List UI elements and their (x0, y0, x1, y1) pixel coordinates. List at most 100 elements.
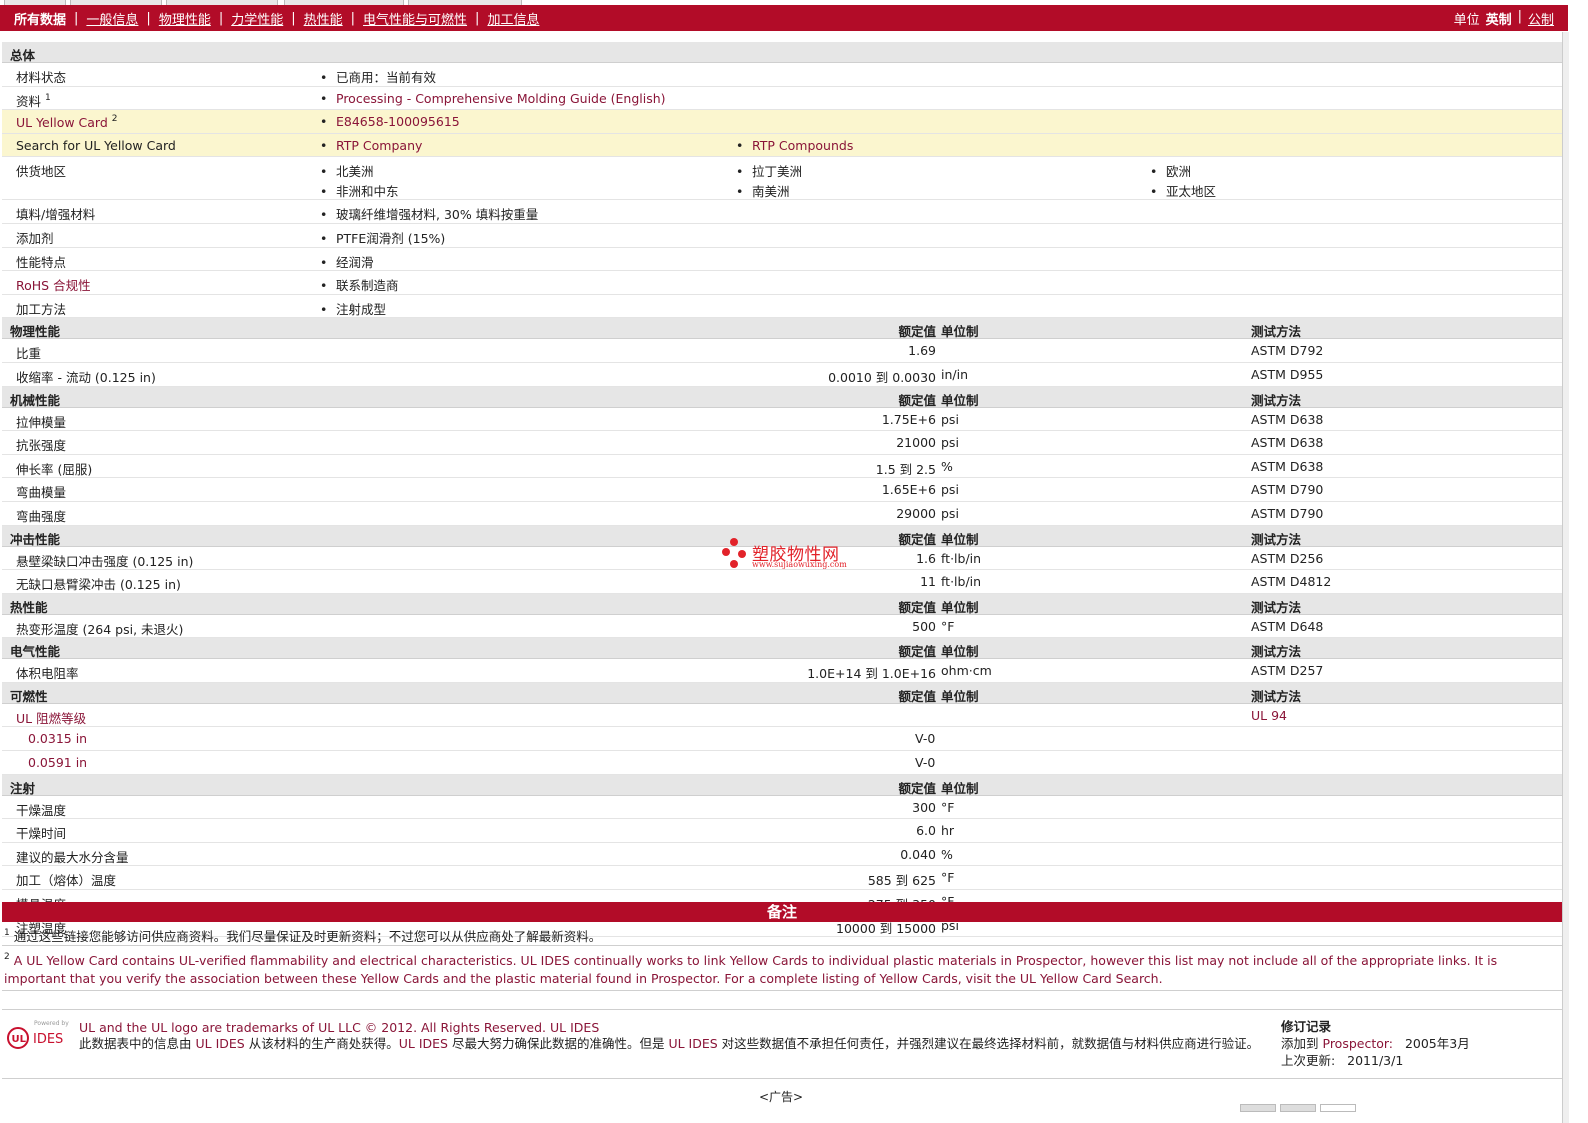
rtp-company-link[interactable]: RTP Company (336, 138, 422, 153)
section-title: 热性能 (10, 599, 48, 615)
table-row: 体积电阻率 1.0E+14 到 1.0E+16 ohm·cm ASTM D257 (2, 659, 1562, 683)
section-title: 物理性能 (10, 324, 61, 340)
watermark-logo: 塑胶物性网 www.sujiaowuxing.com (722, 538, 852, 574)
vertical-scrollbar[interactable] (1562, 32, 1569, 1123)
table-row: 加工方法 注射成型 (2, 295, 1562, 319)
table-row: 供货地区 北美洲 拉丁美洲 欧洲 非洲和中东 南美洲 亚太地区 (2, 157, 1562, 201)
section-electrical: 电气性能 额定值 单位制 测试方法 (2, 638, 1562, 660)
table-row: UL Yellow Card 2 E84658-100095615 (2, 110, 1562, 134)
nav-bar: 所有数据 | 一般信息 | 物理性能 | 力学性能 | 热性能 | 电气性能与可… (0, 5, 1568, 31)
region: 非洲和中东 (320, 181, 399, 200)
section-title: 电气性能 (10, 644, 61, 660)
note-2: 2 A UL Yellow Card contains UL-verified … (4, 952, 1498, 986)
nav-processing[interactable]: 加工信息 (479, 9, 547, 28)
bottom-tab-strip (1240, 1104, 1380, 1112)
trademark-text: UL and the UL logo are trademarks of UL … (79, 1020, 547, 1035)
nav-thermal[interactable]: 热性能 (296, 9, 351, 28)
ul-ides-logo[interactable]: Powered by UL IDES (6, 1018, 76, 1054)
col-test: 测试方法 (1251, 324, 1302, 340)
prospector-link[interactable]: Prospector: (1323, 1036, 1394, 1051)
literature-link[interactable]: Processing - Comprehensive Molding Guide… (336, 91, 666, 106)
footer-disclaimer: UL and the UL logo are trademarks of UL … (79, 1020, 1260, 1051)
table-row: 材料状态 已商用：当前有效 (2, 63, 1562, 87)
region: 欧洲 (1150, 161, 1191, 180)
ad-label: <广告> (758, 1090, 804, 1104)
note-1: 1 通过这些链接您能够访问供应商资料。我们尽量保证及时更新资料；不过您可以从供应… (4, 928, 602, 944)
nav-all-data[interactable]: 所有数据 (0, 9, 74, 28)
table-row: 建议的最大水分含量 0.040 % (2, 843, 1562, 867)
nav-mechanical[interactable]: 力学性能 (223, 9, 291, 28)
units-label: 单位 (1453, 12, 1480, 28)
table-row: 资料 1 Processing - Comprehensive Molding … (2, 87, 1562, 111)
svg-text:IDES: IDES (33, 1032, 63, 1047)
section-injection: 注射 额定值 单位制 (2, 774, 1562, 796)
table-row: UL 阻燃等级 UL 94 (2, 704, 1562, 728)
powered-by-text: Powered by (34, 1020, 69, 1027)
unit-imperial: 英制 (1485, 12, 1512, 28)
row-label: 供货地区 (16, 164, 67, 180)
region: 南美洲 (736, 181, 790, 200)
region: 北美洲 (320, 161, 374, 180)
rtp-compounds-link[interactable]: RTP Compounds (752, 138, 853, 153)
unit-switcher: 单位 英制 | 公制 (1453, 8, 1554, 28)
row-value: 联系制造商 (320, 275, 399, 294)
table-row: 弯曲模量 1.65E+6 psi ASTM D790 (2, 478, 1562, 502)
region: 拉丁美洲 (736, 161, 802, 180)
thickness-link[interactable]: 0.0591 in (28, 755, 87, 770)
table-row: 抗张强度 21000 psi ASTM D638 (2, 431, 1562, 455)
svg-text:UL: UL (12, 1034, 27, 1045)
section-mechanical: 机械性能 额定值 单位制 测试方法 (2, 386, 1562, 408)
ul94-link[interactable]: UL 94 (1251, 708, 1287, 723)
table-row: 收缩率 - 流动 (0.125 in) 0.0010 到 0.0030 in/i… (2, 363, 1562, 387)
row-value: 经润滑 (320, 252, 374, 271)
row-label: 资料 1 (16, 92, 51, 109)
table-row: 0.0315 in V-0 (2, 727, 1562, 752)
table-row: Search for UL Yellow Card RTP Company RT… (2, 133, 1562, 158)
section-general: 总体 (2, 42, 1562, 63)
revision-title: 修订记录 (1281, 1019, 1332, 1034)
table-row: 拉伸模量 1.75E+6 psi ASTM D638 (2, 408, 1562, 432)
dots-icon (722, 538, 750, 572)
table-row: 热变形温度 (264 psi, 未退火) 500 °F ASTM D648 (2, 615, 1562, 639)
col-unit: 单位制 (941, 324, 979, 340)
yellow-card-label-link[interactable]: UL Yellow Card (16, 115, 108, 130)
section-title: 可燃性 (10, 688, 48, 704)
watermark-url: www.sujiaowuxing.com (752, 560, 847, 569)
section-flammability: 可燃性 额定值 单位制 测试方法 (2, 682, 1562, 704)
row-value: 已商用：当前有效 (320, 67, 436, 86)
section-title: 总体 (10, 48, 36, 63)
rohs-link[interactable]: RoHS 合规性 (16, 278, 91, 293)
table-row: 弯曲强度 29000 psi ASTM D790 (2, 502, 1562, 526)
section-title: 冲击性能 (10, 531, 61, 547)
row-label: Search for UL Yellow Card (16, 137, 176, 153)
table-row: 填料/增强材料 玻璃纤维增强材料, 30% 填料按重量 (2, 200, 1562, 224)
yellow-card-link[interactable]: E84658-100095615 (336, 114, 460, 129)
row-label: 材料状态 (16, 70, 67, 85)
row-label: 加工方法 (16, 301, 67, 317)
row-label: 填料/增强材料 (16, 207, 96, 223)
table-row: 伸长率 (屈服) 1.5 到 2.5 % ASTM D638 (2, 455, 1562, 479)
section-thermal: 热性能 额定值 单位制 测试方法 (2, 593, 1562, 615)
table-row: RoHS 合规性 联系制造商 (2, 271, 1562, 295)
unit-metric-link[interactable]: 公制 (1528, 9, 1554, 28)
top-navigation: 所有数据 | 一般信息 | 物理性能 | 力学性能 | 热性能 | 电气性能与可… (0, 0, 1568, 32)
col-nominal: 额定值 (898, 324, 936, 340)
nav-physical[interactable]: 物理性能 (151, 9, 219, 28)
row-label: UL Yellow Card 2 (16, 114, 118, 131)
row-label: 性能特点 (16, 254, 67, 270)
table-row: 性能特点 经润滑 (2, 248, 1562, 272)
section-title: 注射 (10, 780, 36, 796)
section-title: 机械性能 (10, 392, 61, 408)
nav-electrical-flammability[interactable]: 电气性能与可燃性 (355, 9, 475, 28)
table-row: 干燥时间 6.0 hr (2, 819, 1562, 843)
revision-history: 修订记录 添加到 Prospector: 2005年3月 上次更新: 2011/… (1281, 1018, 1551, 1069)
row-label: 添加剂 (16, 230, 54, 246)
table-row: 加工（熔体）温度 585 到 625 °F (2, 866, 1562, 891)
table-row: 干燥温度 300 °F (2, 796, 1562, 820)
section-physical: 物理性能 额定值 单位制 测试方法 (2, 318, 1562, 340)
thickness-link[interactable]: 0.0315 in (28, 731, 87, 746)
table-row: 添加剂 PTFE润滑剂 (15%) (2, 224, 1562, 248)
nav-general-info[interactable]: 一般信息 (78, 9, 146, 28)
ul-ides-link[interactable]: UL IDES (550, 1020, 599, 1035)
ul-flame-rating-link[interactable]: UL 阻燃等级 (16, 711, 86, 726)
